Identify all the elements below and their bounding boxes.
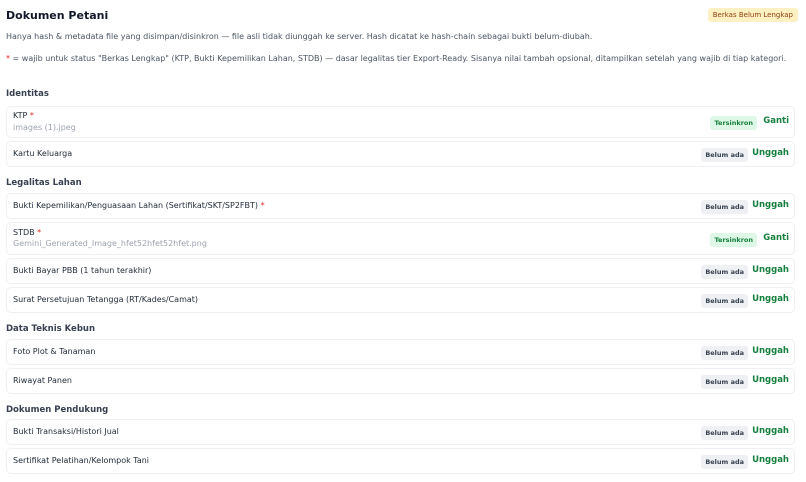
missing-status-badge: Belum ada bbox=[701, 200, 748, 214]
upload-button[interactable]: Unggah bbox=[752, 346, 789, 356]
section-title-identitas: Identitas bbox=[6, 89, 49, 99]
missing-status-badge: Belum ada bbox=[701, 346, 748, 360]
document-row-bukti-transaksi: Bukti Transaksi/Histori Jual Belum ada U… bbox=[6, 419, 795, 445]
page-title: Dokumen Petani bbox=[6, 8, 109, 22]
document-label: Bukti Transaksi/Histori Jual bbox=[13, 427, 119, 436]
section-title-dokumen-pendukung: Dokumen Pendukung bbox=[6, 405, 109, 415]
document-label: Surat Persetujuan Tetangga (RT/Kades/Cam… bbox=[13, 295, 199, 304]
upload-button[interactable]: Unggah bbox=[752, 265, 789, 275]
document-row-bukti-bayar-pbb: Bukti Bayar PBB (1 tahun terakhir) Belum… bbox=[6, 258, 795, 284]
document-row-foto-plot: Foto Plot & Tanaman Belum ada Unggah bbox=[6, 339, 795, 365]
missing-status-badge: Belum ada bbox=[701, 294, 748, 308]
upload-button[interactable]: Unggah bbox=[752, 375, 789, 385]
document-row-surat-persetujuan: Surat Persetujuan Tetangga (RT/Kades/Cam… bbox=[6, 287, 795, 313]
document-label: Foto Plot & Tanaman bbox=[13, 347, 96, 356]
document-filename: images (1).jpeg bbox=[13, 123, 76, 132]
required-note: * = wajib untuk status "Berkas Lengkap" … bbox=[6, 53, 796, 65]
intro-text: Hanya hash & metadata file yang disimpan… bbox=[6, 32, 593, 41]
sync-status-badge: Tersinkron bbox=[710, 116, 757, 130]
panel-header: Dokumen Petani Berkas Belum Lengkap bbox=[6, 6, 798, 24]
document-label: Kartu Keluarga bbox=[13, 149, 73, 158]
missing-status-badge: Belum ada bbox=[701, 148, 748, 162]
section-title-legalitas-lahan: Legalitas Lahan bbox=[6, 178, 82, 188]
section-title-data-teknis: Data Teknis Kebun bbox=[6, 324, 96, 334]
replace-button[interactable]: Ganti bbox=[763, 116, 789, 126]
missing-status-badge: Belum ada bbox=[701, 265, 748, 279]
document-label: Riwayat Panen bbox=[13, 376, 72, 385]
upload-button[interactable]: Unggah bbox=[752, 200, 789, 210]
sync-status-badge: Tersinkron bbox=[710, 233, 757, 247]
replace-button[interactable]: Ganti bbox=[763, 233, 789, 243]
document-row-bukti-kepemilikan: Bukti Kepemilikan/Penguasaan Lahan (Sert… bbox=[6, 193, 795, 219]
upload-button[interactable]: Unggah bbox=[752, 294, 789, 304]
missing-status-badge: Belum ada bbox=[701, 426, 748, 440]
required-note-text: = wajib untuk status "Berkas Lengkap" (K… bbox=[10, 54, 787, 63]
document-label: Bukti Bayar PBB (1 tahun terakhir) bbox=[13, 266, 152, 275]
document-row-stdb: STDB * Gemini_Generated_Image_hfet52hfet… bbox=[6, 222, 795, 255]
document-label: STDB * bbox=[13, 228, 42, 237]
farmer-documents-panel: Dokumen Petani Berkas Belum Lengkap Hany… bbox=[0, 0, 806, 482]
document-row-sertifikat-pelatihan: Sertifikat Pelatihan/Kelompok Tani Belum… bbox=[6, 448, 795, 474]
document-label: Bukti Kepemilikan/Penguasaan Lahan (Sert… bbox=[13, 201, 265, 210]
document-row-ktp: KTP * images (1).jpeg Tersinkron Ganti bbox=[6, 106, 795, 138]
document-label: KTP * bbox=[13, 111, 34, 120]
upload-button[interactable]: Unggah bbox=[752, 426, 789, 436]
missing-status-badge: Belum ada bbox=[701, 375, 748, 389]
upload-button[interactable]: Unggah bbox=[752, 455, 789, 465]
document-label: Sertifikat Pelatihan/Kelompok Tani bbox=[13, 456, 150, 465]
upload-button[interactable]: Unggah bbox=[752, 148, 789, 158]
document-row-riwayat-panen: Riwayat Panen Belum ada Unggah bbox=[6, 368, 795, 394]
status-badge: Berkas Belum Lengkap bbox=[707, 8, 798, 22]
document-filename: Gemini_Generated_Image_hfet52hfet52hfet.… bbox=[13, 239, 207, 248]
missing-status-badge: Belum ada bbox=[701, 455, 748, 469]
document-row-kartu-keluarga: Kartu Keluarga Belum ada Unggah bbox=[6, 141, 795, 167]
